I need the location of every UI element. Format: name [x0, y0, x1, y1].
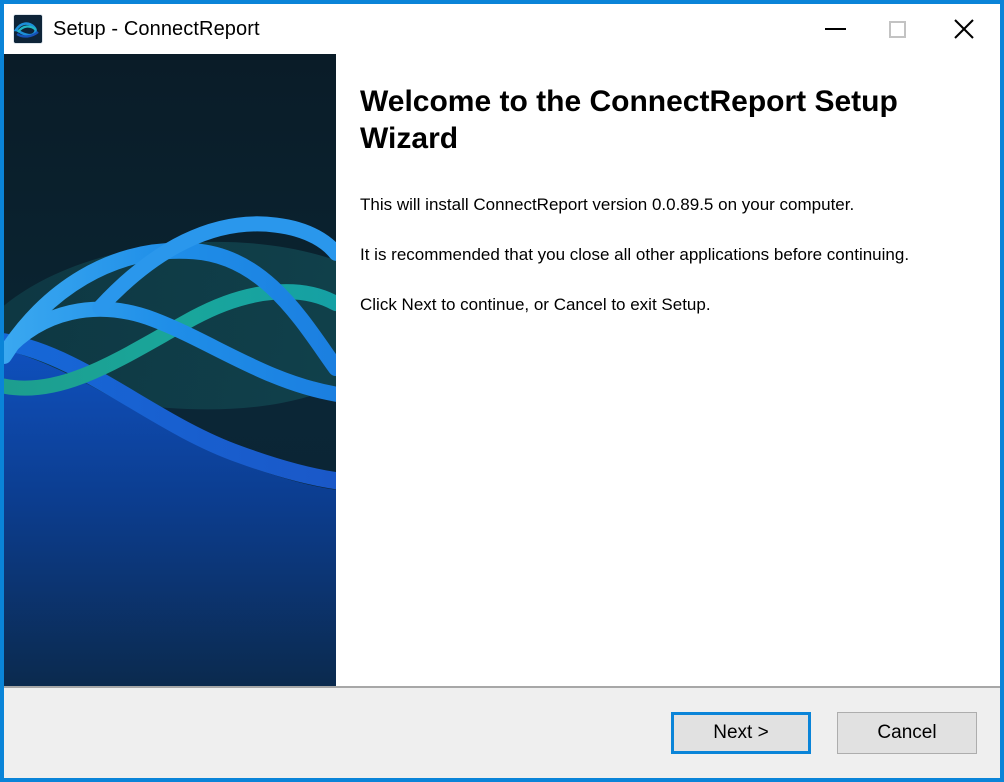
minimize-button[interactable] [804, 4, 866, 54]
close-icon [952, 17, 976, 41]
maximize-button[interactable] [866, 4, 928, 54]
maximize-icon [888, 20, 906, 38]
title-bar: Setup - ConnectReport [4, 4, 1000, 54]
wizard-banner-image [4, 54, 336, 686]
next-button[interactable]: Next > [671, 712, 811, 754]
wizard-body: Welcome to the ConnectReport Setup Wizar… [4, 54, 1000, 686]
title-bar-left: Setup - ConnectReport [4, 4, 260, 54]
setup-wizard-window: Setup - ConnectReport Welcome to the Con… [0, 0, 1004, 782]
minimize-icon [824, 28, 846, 30]
instruction-text: Click Next to continue, or Cancel to exi… [360, 295, 711, 315]
window-title: Setup - ConnectReport [53, 17, 260, 40]
close-button[interactable] [928, 4, 1000, 54]
cancel-button[interactable]: Cancel [837, 712, 977, 754]
page-title: Welcome to the ConnectReport Setup Wizar… [360, 85, 898, 155]
window-controls [804, 4, 1000, 54]
wizard-button-bar: Next > Cancel [4, 686, 1000, 778]
connectreport-app-icon [14, 15, 42, 43]
recommendation-text: It is recommended that you close all oth… [360, 245, 910, 265]
wizard-content-pane: Welcome to the ConnectReport Setup Wizar… [336, 54, 1000, 686]
install-description-text: This will install ConnectReport version … [360, 194, 855, 214]
